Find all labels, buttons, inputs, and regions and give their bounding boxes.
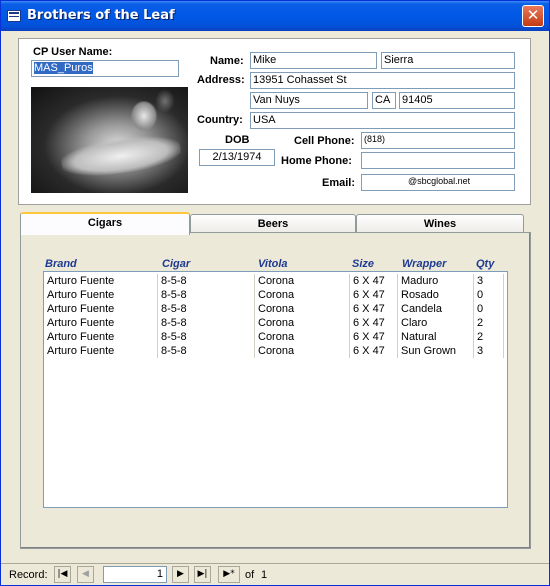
cell-size[interactable]: 6 X 47 [350, 344, 398, 358]
country-label: Country: [197, 114, 243, 126]
cigar-list[interactable]: Arturo Fuente 8-5-8 Corona 6 X 47 Maduro 3 Art… [43, 271, 508, 508]
cell-size[interactable]: 6 X 47 [350, 330, 398, 344]
cell-vitola[interactable]: Corona [255, 330, 350, 344]
window-title: Brothers of the Leaf [27, 8, 175, 23]
home-phone-label: Home Phone: [281, 155, 352, 167]
cell-wrapper[interactable]: Candela [398, 302, 474, 316]
column-header-vitola[interactable]: Vitola [258, 258, 288, 270]
cell-wrapper[interactable]: Claro [398, 316, 474, 330]
cell-cigar[interactable]: 8-5-8 [158, 316, 255, 330]
form-icon [7, 10, 21, 22]
cell-cigar[interactable]: 8-5-8 [158, 302, 255, 316]
cell-brand[interactable]: Arturo Fuente [44, 344, 158, 358]
member-details-section: CP User Name: MAS_Puros Name: Mike Sierr… [18, 38, 531, 205]
email-field[interactable]: @sbcglobal.net [361, 174, 515, 191]
cell-qty[interactable]: 2 [474, 316, 504, 330]
cell-brand[interactable]: Arturo Fuente [44, 316, 158, 330]
cell-qty[interactable]: 0 [474, 302, 504, 316]
address-label: Address: [197, 74, 245, 86]
tab-strip: Cigars Beers Wines [20, 212, 531, 235]
name-label: Name: [210, 55, 244, 67]
app-window: Brothers of the Leaf ✕ CP User Name: MAS… [0, 0, 550, 586]
table-row[interactable]: Arturo Fuente 8-5-8 Corona 6 X 47 Maduro 3 [44, 274, 507, 288]
first-name-field[interactable]: Mike [250, 52, 377, 69]
column-header-wrapper[interactable]: Wrapper [402, 258, 446, 270]
cell-size[interactable]: 6 X 47 [350, 302, 398, 316]
cell-brand[interactable]: Arturo Fuente [44, 330, 158, 344]
previous-record-button[interactable]: ◀ [77, 566, 94, 583]
cell-vitola[interactable]: Corona [255, 302, 350, 316]
user-name-field[interactable]: MAS_Puros [31, 60, 179, 77]
tab-cigars[interactable]: Cigars [20, 212, 190, 235]
cell-vitola[interactable]: Corona [255, 274, 350, 288]
cell-size[interactable]: 6 X 47 [350, 316, 398, 330]
table-row[interactable]: Arturo Fuente 8-5-8 Corona 6 X 47 Natural 2 [44, 330, 507, 344]
cell-brand[interactable]: Arturo Fuente [44, 288, 158, 302]
table-row[interactable]: Arturo Fuente 8-5-8 Corona 6 X 47 Claro 2 [44, 316, 507, 330]
record-label: Record: [9, 569, 48, 581]
cell-wrapper[interactable]: Maduro [398, 274, 474, 288]
record-of-label: of [245, 569, 255, 581]
new-record-button[interactable]: ▶* [218, 566, 240, 583]
cell-qty[interactable]: 0 [474, 288, 504, 302]
cell-qty[interactable]: 3 [474, 274, 504, 288]
cell-cigar[interactable]: 8-5-8 [158, 274, 255, 288]
city-field[interactable]: Van Nuys [250, 92, 368, 109]
member-photo [31, 87, 188, 193]
table-row[interactable]: Arturo Fuente 8-5-8 Corona 6 X 47 Rosado 0 [44, 288, 507, 302]
last-record-button[interactable]: ▶| [194, 566, 211, 583]
column-header-brand[interactable]: Brand [45, 258, 77, 270]
zip-field[interactable]: 91405 [399, 92, 515, 109]
first-record-button[interactable]: |◀ [54, 566, 71, 583]
cell-phone-field[interactable]: (818) [361, 132, 515, 149]
cell-brand[interactable]: Arturo Fuente [44, 274, 158, 288]
street-field[interactable]: 13951 Cohasset St [250, 72, 515, 89]
current-record-field[interactable]: 1 [103, 566, 167, 583]
tab-beers[interactable]: Beers [190, 214, 356, 234]
email-label: Email: [322, 177, 356, 189]
next-record-button[interactable]: ▶ [172, 566, 189, 583]
table-row[interactable]: Arturo Fuente 8-5-8 Corona 6 X 47 Sun Grown 3 [44, 344, 507, 358]
home-phone-field[interactable] [361, 152, 515, 169]
last-name-field[interactable]: Sierra [381, 52, 515, 69]
cell-qty[interactable]: 2 [474, 330, 504, 344]
dob-label: DOB [225, 134, 250, 146]
cell-wrapper[interactable]: Sun Grown [398, 344, 474, 358]
cell-cigar[interactable]: 8-5-8 [158, 288, 255, 302]
cell-vitola[interactable]: Corona [255, 316, 350, 330]
title-bar[interactable]: Brothers of the Leaf ✕ [1, 1, 549, 31]
cell-vitola[interactable]: Corona [255, 288, 350, 302]
cell-brand[interactable]: Arturo Fuente [44, 302, 158, 316]
photo-figure [59, 130, 183, 182]
cigars-panel: Brand Cigar Vitola Size Wrapper Qty Artu… [20, 232, 531, 549]
cell-size[interactable]: 6 X 47 [350, 274, 398, 288]
country-field[interactable]: USA [250, 112, 515, 129]
record-navigator: Record: |◀ ◀ 1 ▶ ▶| ▶* of 1 [1, 563, 549, 585]
column-header-qty[interactable]: Qty [476, 258, 494, 270]
column-header-cigar[interactable]: Cigar [162, 258, 190, 270]
cell-wrapper[interactable]: Rosado [398, 288, 474, 302]
tab-wines[interactable]: Wines [356, 214, 524, 234]
cell-qty[interactable]: 3 [474, 344, 504, 358]
cell-vitola[interactable]: Corona [255, 344, 350, 358]
table-row[interactable]: Arturo Fuente 8-5-8 Corona 6 X 47 Candela 0 [44, 302, 507, 316]
close-button[interactable]: ✕ [522, 5, 544, 27]
cell-size[interactable]: 6 X 47 [350, 288, 398, 302]
photo-smoke [155, 89, 175, 113]
cell-cigar[interactable]: 8-5-8 [158, 330, 255, 344]
state-field[interactable]: CA [372, 92, 396, 109]
cell-cigar[interactable]: 8-5-8 [158, 344, 255, 358]
column-header-size[interactable]: Size [352, 258, 374, 270]
photo-head [131, 101, 157, 131]
cell-phone-label: Cell Phone: [294, 135, 355, 147]
dob-field[interactable]: 2/13/1974 [199, 149, 275, 166]
cell-wrapper[interactable]: Natural [398, 330, 474, 344]
user-name-label: CP User Name: [33, 46, 113, 58]
record-total: 1 [261, 569, 268, 581]
